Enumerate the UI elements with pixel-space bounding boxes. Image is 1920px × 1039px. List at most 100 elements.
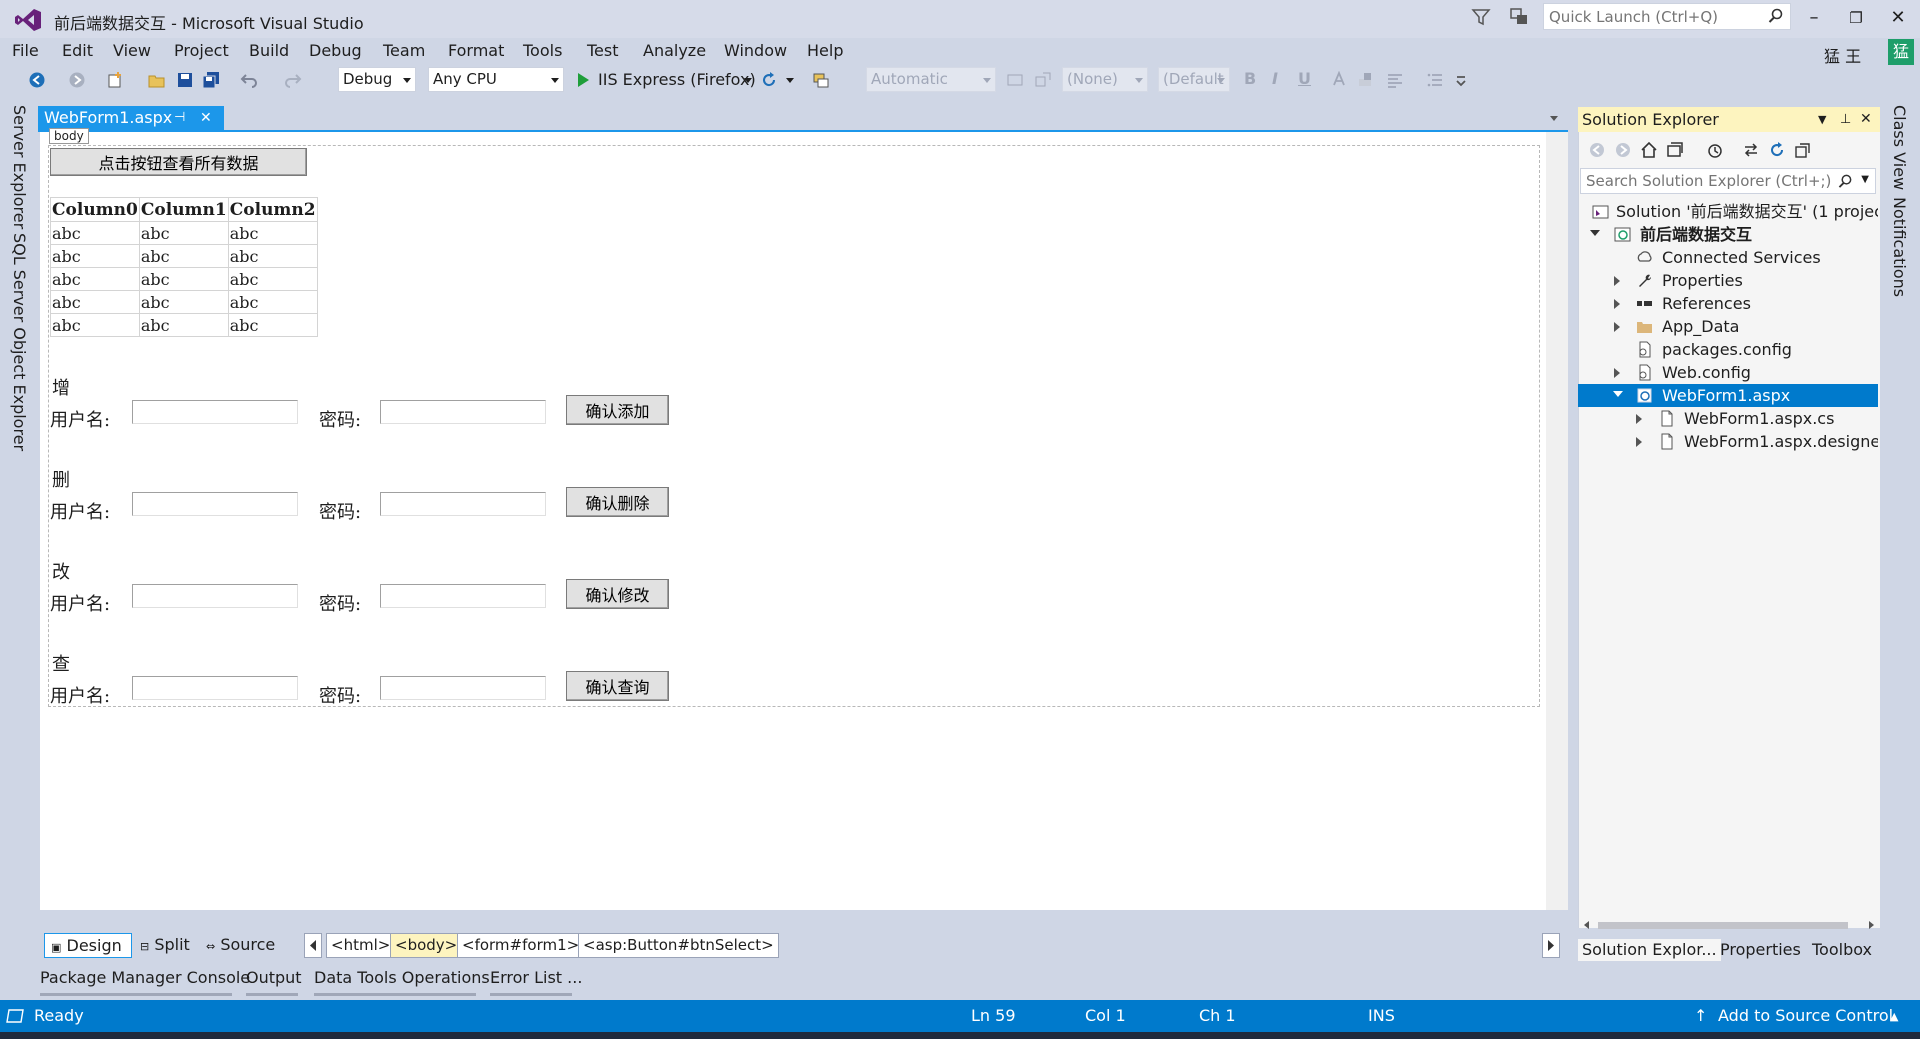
back-icon[interactable]	[28, 71, 46, 89]
home-icon[interactable]	[1640, 141, 1658, 159]
avatar[interactable]: 猛	[1888, 39, 1914, 65]
italic-button[interactable]: I	[1272, 69, 1278, 88]
menu-project[interactable]: Project	[174, 41, 229, 60]
confirm-delete-button[interactable]: 确认删除	[566, 487, 669, 517]
tree-item-solution[interactable]: Solution '前后端数据交互' (1 project)	[1578, 200, 1878, 223]
output-tab[interactable]: Output	[246, 968, 302, 987]
pin-panel-icon[interactable]: ⊥	[1840, 107, 1851, 132]
toolbar-overflow-icon[interactable]	[1452, 71, 1470, 89]
collapsed-arrow-icon[interactable]	[1636, 414, 1642, 424]
tree-item-references[interactable]: References	[1578, 292, 1878, 315]
chevron-down-icon[interactable]: ▼	[1861, 174, 1869, 185]
pending-changes-filter-icon[interactable]	[1706, 141, 1724, 159]
scrollbar-thumb[interactable]	[1598, 922, 1848, 929]
refresh-browser-icon[interactable]	[760, 71, 778, 89]
solution-configuration-select[interactable]: Debug	[338, 67, 416, 92]
confirm-add-button[interactable]: 确认添加	[566, 395, 669, 425]
solution-explorer-horizontal-scrollbar[interactable]	[1582, 918, 1876, 932]
minimize-button[interactable]: –	[1796, 4, 1832, 32]
collapsed-arrow-icon[interactable]	[1614, 299, 1620, 309]
tree-item-webform1-designer-cs[interactable]: WebForm1.aspx.designer.cs	[1578, 430, 1878, 453]
underline-button[interactable]: U	[1298, 69, 1311, 88]
tab-toolbox[interactable]: Toolbox	[1808, 939, 1876, 961]
delete-username-input[interactable]	[132, 492, 298, 516]
quick-launch-box[interactable]	[1543, 3, 1791, 30]
menu-test[interactable]: Test	[587, 41, 619, 60]
menu-edit[interactable]: Edit	[62, 41, 93, 60]
body-tag-label[interactable]: body	[49, 128, 89, 144]
solution-explorer-search[interactable]: ▼	[1580, 168, 1876, 194]
solution-explorer-header[interactable]: Solution Explorer ▼ ⊥ ✕	[1578, 107, 1880, 132]
chevron-up-icon[interactable]: ▲	[1890, 1010, 1898, 1023]
collapsed-arrow-icon[interactable]	[1614, 368, 1620, 378]
switch-views-icon[interactable]	[1666, 141, 1684, 159]
solution-explorer-search-input[interactable]	[1581, 169, 1831, 193]
forward-icon[interactable]	[68, 71, 86, 89]
chevron-left-icon[interactable]	[1582, 920, 1592, 930]
search-icon[interactable]	[1768, 8, 1784, 24]
panel-menu-icon[interactable]: ▼	[1818, 107, 1826, 132]
new-project-icon[interactable]	[106, 71, 124, 89]
pin-tab-icon[interactable]: ⊣	[174, 106, 185, 130]
error-list-tab[interactable]: Error List ...	[490, 968, 582, 987]
save-all-icon[interactable]	[202, 71, 220, 89]
forward-icon[interactable]	[1614, 141, 1632, 159]
class-view-tab[interactable]: Class View	[1890, 105, 1909, 190]
tree-item-app-data[interactable]: App_Data	[1578, 315, 1878, 338]
update-password-input[interactable]	[380, 584, 546, 608]
source-view-button[interactable]: ⇔ Source	[202, 933, 275, 958]
menu-debug[interactable]: Debug	[309, 41, 362, 60]
solution-platform-select[interactable]: Any CPU	[428, 67, 564, 92]
tree-item-project[interactable]: 前后端数据交互	[1578, 223, 1878, 246]
confirm-update-button[interactable]: 确认修改	[566, 579, 669, 609]
highlight-icon[interactable]	[1356, 71, 1374, 89]
breadcrumb-scroll-right[interactable]	[1542, 933, 1560, 958]
tab-webform1-aspx[interactable]: WebForm1.aspx ⊣ ✕	[38, 106, 224, 130]
tree-item-web-config[interactable]: Web.config	[1578, 361, 1878, 384]
tree-item-connected-services[interactable]: Connected Services	[1578, 246, 1878, 269]
play-icon[interactable]	[574, 71, 592, 89]
run-target-button[interactable]: IIS Express (Firefox)	[598, 70, 756, 89]
collapse-all-icon[interactable]	[1794, 141, 1812, 159]
apply-style-icon[interactable]	[1034, 71, 1052, 89]
quick-launch-input[interactable]	[1544, 4, 1754, 29]
add-to-source-control-button[interactable]: Add to Source Control	[1718, 1006, 1893, 1025]
expanded-arrow-icon[interactable]	[1590, 230, 1600, 236]
design-view-button[interactable]: ▣ Design	[44, 933, 132, 958]
font-name-select[interactable]: (None)	[1062, 67, 1148, 92]
close-window-button[interactable]: ✕	[1880, 4, 1916, 32]
notification-filter-icon[interactable]	[1470, 6, 1492, 28]
font-size-select[interactable]: (Default	[1158, 67, 1230, 92]
menu-help[interactable]: Help	[807, 41, 843, 60]
font-color-icon[interactable]	[1330, 71, 1348, 89]
query-password-input[interactable]	[380, 676, 546, 700]
breadcrumb-scroll-left[interactable]	[304, 933, 322, 958]
tree-item-webform1-aspx[interactable]: WebForm1.aspx	[1578, 384, 1878, 407]
split-view-button[interactable]: ⊟ Split	[136, 933, 190, 958]
show-all-data-button[interactable]: 点击按钮查看所有数据	[50, 148, 307, 176]
open-file-icon[interactable]	[148, 71, 166, 89]
redo-icon[interactable]	[284, 71, 302, 89]
tab-solution-explorer[interactable]: Solution Explor...	[1578, 939, 1721, 961]
close-tab-icon[interactable]: ✕	[200, 106, 212, 130]
confirm-query-button[interactable]: 确认查询	[566, 671, 669, 701]
tree-item-webform1-aspx-cs[interactable]: WebForm1.aspx.cs	[1578, 407, 1878, 430]
sync-with-document-icon[interactable]	[1742, 141, 1760, 159]
menu-team[interactable]: Team	[383, 41, 425, 60]
collapsed-arrow-icon[interactable]	[1614, 322, 1620, 332]
add-password-input[interactable]	[380, 400, 546, 424]
menu-format[interactable]: Format	[448, 41, 504, 60]
back-icon[interactable]	[1588, 141, 1606, 159]
tree-item-packages-config[interactable]: packages.config	[1578, 338, 1878, 361]
menu-window[interactable]: Window	[724, 41, 787, 60]
justify-icon[interactable]	[1386, 71, 1404, 89]
sql-server-object-explorer-tab[interactable]: SQL Server Object Explorer	[10, 233, 29, 451]
menu-view[interactable]: View	[113, 41, 151, 60]
tab-list-dropdown-icon[interactable]	[1548, 112, 1560, 124]
menu-analyze[interactable]: Analyze	[643, 41, 706, 60]
chevron-right-icon[interactable]	[1866, 920, 1876, 930]
delete-password-input[interactable]	[380, 492, 546, 516]
tab-properties[interactable]: Properties	[1716, 939, 1805, 961]
data-tools-operations-tab[interactable]: Data Tools Operations	[314, 968, 490, 987]
style-icon[interactable]	[1006, 71, 1024, 89]
